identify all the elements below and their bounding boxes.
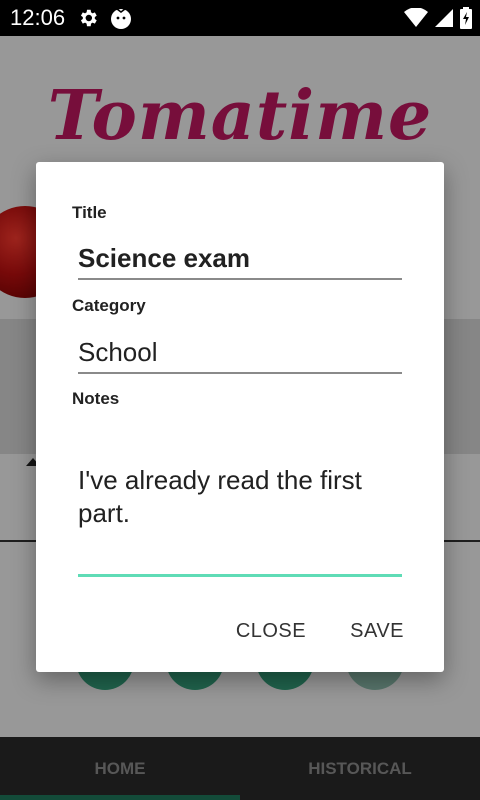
cellular-signal-icon (434, 8, 454, 28)
category-label: Category (72, 296, 146, 315)
wifi-icon (404, 8, 428, 28)
status-time: 12:06 (10, 5, 66, 30)
title-label: Title (72, 203, 107, 222)
save-button[interactable]: SAVE (350, 620, 404, 643)
notes-input[interactable]: I've already read the first part. (78, 464, 402, 577)
app-notification-icon (109, 6, 133, 30)
edit-task-dialog: Title Science exam Category School Notes… (36, 162, 444, 672)
notes-label: Notes (72, 389, 120, 408)
title-input[interactable]: Science exam (78, 240, 402, 280)
gear-icon (77, 7, 99, 29)
status-bar: 12:06 (0, 0, 480, 36)
close-button[interactable]: CLOSE (236, 620, 306, 643)
battery-icon (460, 7, 472, 29)
category-input[interactable]: School (78, 334, 402, 374)
dialog-actions: CLOSE SAVE (236, 620, 404, 643)
